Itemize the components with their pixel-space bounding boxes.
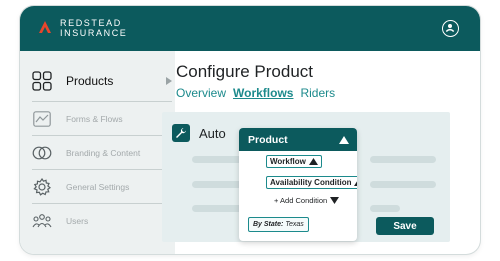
users-icon <box>32 211 52 231</box>
wrench-icon <box>172 124 190 142</box>
brand-logo-text: REDSTEAD INSURANCE <box>60 18 127 38</box>
chevron-logo-icon <box>38 20 52 39</box>
overlap-circles-icon <box>32 143 52 163</box>
placeholder-bar <box>370 156 436 163</box>
chip-label: Workflow <box>270 157 306 166</box>
save-button[interactable]: Save <box>376 217 434 235</box>
availability-condition-chip[interactable]: Availability Condition <box>266 176 357 189</box>
chart-line-icon <box>32 109 52 129</box>
triangle-down-icon <box>330 197 340 204</box>
placeholder-bar <box>192 156 242 163</box>
filter-key: By State: <box>253 221 284 228</box>
state-filter-chip[interactable]: By State: Texas <box>248 217 309 232</box>
sidebar: Products Forms & Flows Branding & Conten… <box>20 51 175 254</box>
triangle-up-icon <box>354 182 357 186</box>
brand-line-1: REDSTEAD <box>60 18 122 28</box>
placeholder-bar <box>370 181 436 188</box>
add-condition-label: + Add Condition <box>274 196 328 205</box>
sidebar-item-products[interactable]: Products <box>32 61 172 101</box>
brand-line-2: INSURANCE <box>60 28 128 38</box>
sidebar-item-label: General Settings <box>66 181 130 192</box>
product-dropdown: Product Workflow Availability Condition … <box>239 128 357 241</box>
tab-workflows[interactable]: Workflows <box>233 86 293 100</box>
chip-label: Availability Condition <box>270 178 352 187</box>
tab-riders[interactable]: Riders <box>300 86 335 100</box>
sidebar-item-users[interactable]: Users <box>32 203 172 237</box>
sidebar-item-label: Products <box>66 74 114 88</box>
add-condition-button[interactable]: + Add Condition <box>274 196 340 205</box>
sidebar-item-general-settings[interactable]: General Settings <box>32 169 172 203</box>
workflow-chip[interactable]: Workflow <box>266 155 322 168</box>
chevron-right-icon <box>166 72 172 90</box>
sidebar-item-label: Users <box>66 215 89 226</box>
triangle-up-icon <box>308 158 318 165</box>
filter-value: Texas <box>285 221 304 228</box>
page-title: Configure Product <box>176 62 314 81</box>
grid-icon <box>32 71 52 91</box>
tab-overview[interactable]: Overview <box>176 86 226 100</box>
user-account-icon[interactable] <box>442 20 459 37</box>
triangle-up-icon <box>339 135 349 147</box>
placeholder-bar <box>370 205 400 212</box>
sidebar-item-label: Forms & Flows <box>66 113 123 124</box>
sidebar-item-branding-content[interactable]: Branding & Content <box>32 135 172 169</box>
dropdown-header[interactable]: Product <box>239 128 357 151</box>
tab-bar: Overview Workflows Riders <box>176 86 335 100</box>
gear-icon <box>32 177 52 197</box>
dropdown-title: Product <box>248 133 288 146</box>
sidebar-item-forms-flows[interactable]: Forms & Flows <box>32 101 172 135</box>
sidebar-item-label: Branding & Content <box>66 147 141 158</box>
product-name: Auto <box>199 126 226 141</box>
top-header: REDSTEAD INSURANCE <box>20 6 480 51</box>
